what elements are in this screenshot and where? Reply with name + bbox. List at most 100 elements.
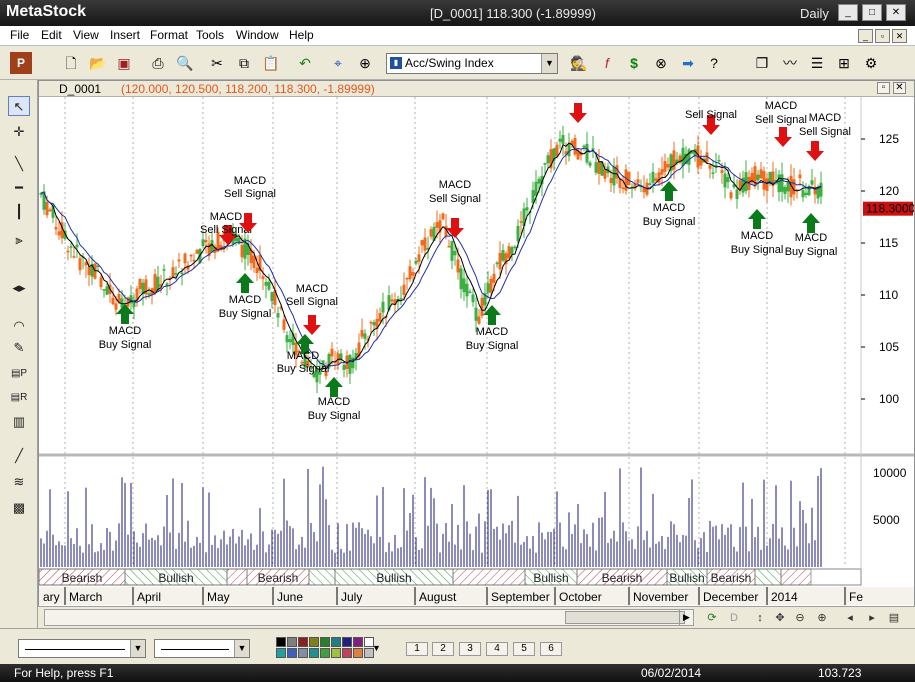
resize-vertical-icon[interactable]: ↕ — [752, 610, 768, 626]
scroll-thumb[interactable] — [565, 611, 685, 624]
menu-insert[interactable]: Insert — [110, 28, 140, 42]
copy-icon[interactable]: ⧉ — [233, 52, 255, 74]
scroll-forward-icon[interactable]: ▸ — [864, 610, 880, 626]
fan-lines-icon[interactable]: ≋ — [8, 472, 30, 492]
mdi-close-icon[interactable]: ✕ — [892, 29, 907, 43]
line-draw-icon[interactable]: ╱ — [8, 446, 30, 466]
formula-icon[interactable]: f — [596, 52, 618, 74]
line-style-combo[interactable]: ▼ — [18, 639, 146, 658]
mdi-minimize-icon[interactable]: _ — [858, 29, 873, 43]
line-width-4-button[interactable]: 4 — [486, 642, 508, 656]
chevron-down-icon[interactable]: ▼ — [130, 640, 145, 657]
color-swatch[interactable] — [276, 637, 286, 647]
binoculars-icon[interactable]: ⊗ — [650, 52, 672, 74]
color-swatch[interactable] — [331, 648, 341, 658]
color-swatch[interactable] — [342, 637, 352, 647]
color-swatch[interactable] — [298, 637, 308, 647]
line-width-2-button[interactable]: 2 — [432, 642, 454, 656]
zoom-icon[interactable]: ⊕ — [354, 52, 376, 74]
chart-restore-icon[interactable]: ▫ — [877, 82, 890, 94]
horizontal-scrollbar[interactable]: ▶ — [44, 609, 694, 626]
sym-r-icon[interactable]: ▤R — [8, 388, 30, 408]
explorer-icon[interactable]: 🕵 — [568, 52, 590, 74]
horizontal-line-icon[interactable]: ━ — [8, 178, 30, 198]
maximize-button[interactable]: □ — [862, 4, 882, 21]
color-swatch[interactable] — [287, 637, 297, 647]
tile-horizontal-icon[interactable]: ☰ — [806, 52, 828, 74]
color-swatch[interactable] — [320, 648, 330, 658]
color-swatch[interactable] — [298, 648, 308, 658]
price-chart[interactable]: 125120115110105100100005000118.3000MACDB… — [39, 97, 914, 623]
fibonacci-icon[interactable]: ⫸ — [8, 230, 30, 250]
print-icon[interactable]: ⎙ — [147, 52, 169, 74]
price-bar-body — [555, 144, 559, 157]
undo-icon[interactable]: ↶ — [294, 52, 316, 74]
menu-edit[interactable]: Edit — [41, 28, 62, 42]
color-swatch[interactable] — [309, 637, 319, 647]
vertical-line-icon[interactable]: ┃ — [8, 202, 30, 222]
indicator-combo[interactable]: ▮ Acc/Swing Index ▼ — [386, 53, 558, 74]
menu-window[interactable]: Window — [236, 28, 279, 42]
close-button[interactable]: ✕ — [886, 4, 906, 21]
menu-help[interactable]: Help — [289, 28, 314, 42]
paste-icon[interactable]: 📋 — [260, 52, 282, 74]
save-icon[interactable]: ▣ — [113, 52, 135, 74]
print-preview-icon[interactable]: 🔍 — [174, 52, 196, 74]
arc-icon[interactable]: ◠ — [8, 316, 30, 336]
settings-gear-icon[interactable]: ⚙ — [860, 52, 882, 74]
line-width-6-button[interactable]: 6 — [540, 642, 562, 656]
price-bar-body — [75, 244, 79, 248]
minimize-button[interactable]: _ — [838, 4, 858, 21]
chevron-down-icon[interactable]: ▼ — [234, 640, 249, 657]
color-swatch[interactable] — [353, 648, 363, 658]
scroll-left-right-icon[interactable]: ◂▸ — [8, 278, 30, 298]
line-width-1-button[interactable]: 1 — [406, 642, 428, 656]
line-weight-combo[interactable]: ▼ — [154, 639, 250, 658]
menu-tools[interactable]: Tools — [196, 28, 224, 42]
crosshair-tool-icon[interactable]: ✛ — [8, 122, 30, 142]
line-width-5-button[interactable]: 5 — [513, 642, 535, 656]
refresh-icon[interactable]: ⟳ — [704, 610, 720, 626]
crosshair-icon[interactable]: ⌖ — [327, 52, 349, 74]
color-swatch[interactable] — [287, 648, 297, 658]
bars-icon[interactable]: ▥ — [8, 412, 30, 432]
pattern-icon[interactable]: ▩ — [8, 498, 30, 518]
zoom-out-icon[interactable]: ⊖ — [792, 610, 808, 626]
price-axis-label: 100 — [879, 392, 899, 406]
select-pointer-icon[interactable]: ↖ — [8, 96, 30, 116]
chart-line-icon[interactable]: 〰 — [779, 52, 801, 74]
chevron-down-icon[interactable]: ▼ — [541, 54, 557, 73]
chart-close-icon[interactable]: ✕ — [893, 82, 906, 94]
scroll-right-icon[interactable]: ▶ — [679, 610, 693, 625]
zoom-in-icon[interactable]: ⊕ — [814, 610, 830, 626]
color-swatch[interactable] — [276, 648, 286, 658]
price-bar-body — [69, 246, 73, 248]
scroll-back-icon[interactable]: ◂ — [842, 610, 858, 626]
arrow-right-icon[interactable]: ➡ — [677, 52, 699, 74]
palette-dropdown-icon[interactable]: ▼ — [372, 643, 381, 653]
pen-icon[interactable]: ✎ — [8, 338, 30, 358]
power-console-icon[interactable]: P — [10, 52, 32, 74]
mdi-restore-icon[interactable]: ▫ — [875, 29, 890, 43]
menu-view[interactable]: View — [73, 28, 99, 42]
menu-file[interactable]: File — [10, 28, 29, 42]
window-cascade-icon[interactable]: ❐ — [751, 52, 773, 74]
color-swatch[interactable] — [331, 637, 341, 647]
cut-icon[interactable]: ✂ — [206, 52, 228, 74]
color-swatch[interactable] — [320, 637, 330, 647]
color-swatch[interactable] — [309, 648, 319, 658]
tile-grid-icon[interactable]: ⊞ — [833, 52, 855, 74]
menu-format[interactable]: Format — [150, 28, 188, 42]
sym-p-icon[interactable]: ▤P — [8, 364, 30, 384]
trendline-icon[interactable]: ╲ — [8, 154, 30, 174]
open-folder-icon[interactable]: 📂 — [87, 52, 109, 74]
line-width-3-button[interactable]: 3 — [459, 642, 481, 656]
dollar-icon[interactable]: $ — [623, 52, 645, 74]
expert-advisor-icon[interactable]: ? — [703, 52, 725, 74]
color-swatch[interactable] — [342, 648, 352, 658]
new-file-icon[interactable]: 🗋 — [60, 52, 82, 74]
move-icon[interactable]: ✥ — [772, 610, 788, 626]
color-swatch[interactable] — [353, 637, 363, 647]
data-window-icon[interactable]: ▤ — [886, 610, 902, 626]
periodicity-d-icon[interactable]: D — [726, 610, 742, 626]
